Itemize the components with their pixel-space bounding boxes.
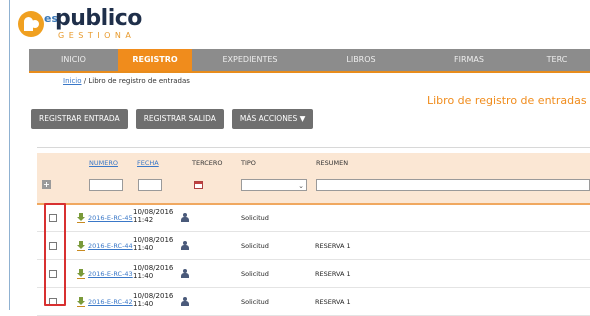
- row-number-link[interactable]: 2016-E-RC-43: [88, 270, 133, 278]
- row-date-time: 11:40: [133, 244, 154, 252]
- row-date-time: 11:40: [133, 272, 154, 280]
- filter-fecha-input[interactable]: [138, 179, 162, 191]
- nav-item-terceros[interactable]: TERC: [524, 49, 590, 71]
- row-resumen: RESERVA 1: [315, 298, 351, 306]
- more-actions-button[interactable]: MÁS ACCIONES ▼: [231, 109, 314, 129]
- register-exit-button[interactable]: REGISTRAR SALIDA: [135, 109, 224, 129]
- row-resumen: RESERVA 1: [315, 242, 351, 250]
- action-bar: REGISTRAR ENTRADA REGISTRAR SALIDA MÁS A…: [31, 109, 314, 129]
- row-tipo: Solicitud: [241, 298, 269, 306]
- row-tipo: Solicitud: [241, 242, 269, 250]
- download-icon[interactable]: [77, 269, 85, 279]
- breadcrumb: Inicio / Libro de registro de entradas: [63, 77, 190, 85]
- nav-item-registro[interactable]: REGISTRO: [118, 49, 192, 71]
- filter-tipo-select[interactable]: ⌄: [241, 179, 307, 191]
- row-resumen: RESERVA 1: [315, 270, 351, 278]
- row-date-day: 10/08/2016: [133, 236, 174, 244]
- person-icon[interactable]: [181, 297, 189, 307]
- logo-mark-icon: [18, 11, 44, 37]
- expand-filters-button[interactable]: +: [42, 180, 51, 189]
- entries-table: NUMERO FECHA TERCERO TIPO RESUMEN + ⌄ 20…: [37, 147, 590, 316]
- logo-tagline: GESTIONA: [58, 31, 136, 40]
- row-date-time: 11:40: [133, 300, 154, 308]
- register-entry-button[interactable]: REGISTRAR ENTRADA: [31, 109, 128, 129]
- checkbox-highlight: [44, 203, 66, 306]
- column-header-resumen: RESUMEN: [316, 159, 349, 167]
- row-tipo: Solicitud: [241, 270, 269, 278]
- row-date-time: 11:42: [133, 216, 154, 224]
- main-nav: INICIO REGISTRO EXPEDIENTES LIBROS FIRMA…: [29, 49, 590, 73]
- person-icon[interactable]: [181, 241, 189, 251]
- download-icon[interactable]: [77, 241, 85, 251]
- row-tipo: Solicitud: [241, 214, 269, 222]
- row-date: 10/08/2016 11:40: [133, 236, 173, 252]
- table-header: NUMERO FECHA TERCERO TIPO RESUMEN + ⌄: [37, 153, 590, 205]
- person-icon[interactable]: [181, 213, 189, 223]
- chevron-down-icon: ⌄: [298, 182, 304, 190]
- table-row[interactable]: 2016-E-RC-43 10/08/2016 11:40 Solicitud R…: [37, 260, 590, 288]
- row-date: 10/08/2016 11:42: [133, 208, 173, 224]
- column-header-tipo: TIPO: [241, 159, 256, 167]
- filter-resumen-input[interactable]: [316, 179, 590, 191]
- nav-item-firmas[interactable]: FIRMAS: [414, 49, 524, 71]
- page-title: Libro de registro de entradas: [427, 94, 587, 107]
- table-row[interactable]: 2016-E-RC-45 10/08/2016 11:42 Solicitud: [37, 204, 590, 232]
- row-date-day: 10/08/2016: [133, 292, 174, 300]
- row-number-link[interactable]: 2016-E-RC-42: [88, 298, 133, 306]
- calendar-icon[interactable]: [194, 181, 203, 189]
- nav-item-inicio[interactable]: INICIO: [29, 49, 118, 71]
- breadcrumb-current: Libro de registro de entradas: [88, 77, 190, 85]
- nav-item-expedientes[interactable]: EXPEDIENTES: [192, 49, 308, 71]
- logo-name: publico: [55, 6, 142, 31]
- table-row[interactable]: 2016-E-RC-44 10/08/2016 11:40 Solicitud R…: [37, 232, 590, 260]
- download-icon[interactable]: [77, 297, 85, 307]
- row-number-link[interactable]: 2016-E-RC-45: [88, 214, 133, 222]
- column-header-fecha[interactable]: FECHA: [137, 159, 159, 167]
- table-row[interactable]: 2016-E-RC-42 10/08/2016 11:40 Solicitud R…: [37, 288, 590, 316]
- row-date: 10/08/2016 11:40: [133, 292, 173, 308]
- filter-numero-input[interactable]: [89, 179, 123, 191]
- column-header-numero[interactable]: NUMERO: [89, 159, 118, 167]
- row-date: 10/08/2016 11:40: [133, 264, 173, 280]
- row-date-day: 10/08/2016: [133, 208, 174, 216]
- nav-item-libros[interactable]: LIBROS: [308, 49, 414, 71]
- column-header-tercero: TERCERO: [192, 159, 223, 167]
- person-icon[interactable]: [181, 269, 189, 279]
- breadcrumb-home-link[interactable]: Inicio: [63, 77, 82, 85]
- download-icon[interactable]: [77, 213, 85, 223]
- row-date-day: 10/08/2016: [133, 264, 174, 272]
- row-number-link[interactable]: 2016-E-RC-44: [88, 242, 133, 250]
